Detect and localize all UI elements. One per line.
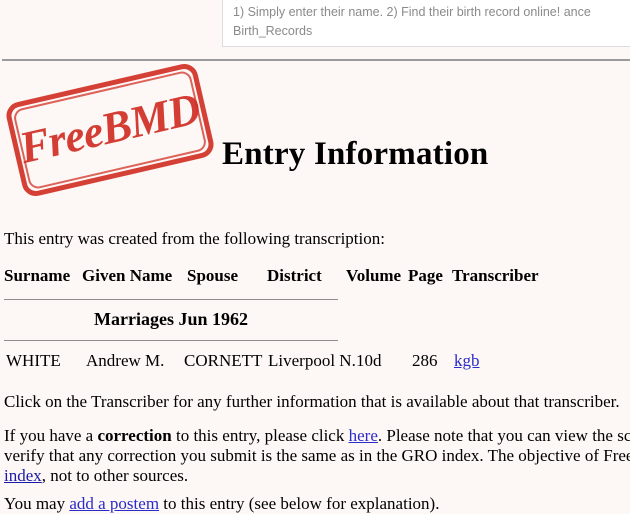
correction-paragraph: If you have a correction to this entry, … [4,426,630,486]
table-rule-top [4,299,338,301]
gro-index-link[interactable]: index [4,466,42,485]
cell-given-name: Andrew M. [86,351,165,370]
correction-text-d: , not to other sources. [41,466,189,485]
advertisement-line-1: 1) Simply enter their name. 2) Find thei… [233,5,591,19]
cell-page: 286 [412,351,438,370]
table-row: WHITE Andrew M. CORNETT Liverpool N. 10d… [4,351,564,373]
table-header-row: Surname Given Name Spouse District Volum… [4,266,564,290]
correction-line-2: verify that any correction you submit is… [4,446,630,465]
column-header-page: Page [408,266,443,285]
transcriber-note: Click on the Transcriber for any further… [4,392,620,411]
header-divider [2,59,630,61]
column-header-volume: Volume [346,266,402,285]
cell-volume: 10d [356,351,382,370]
advertisement-line-2: Birth_Records [233,24,313,38]
intro-paragraph-container: This entry was created from the followin… [4,228,630,249]
cell-surname: WHITE [6,351,61,370]
table-period-heading: Marriages Jun 1962 [94,309,248,329]
freebmd-logo[interactable]: FreeBMD [3,61,217,199]
correction-text-a: If you have a [4,426,98,445]
intro-paragraph: This entry was created from the followin… [4,229,385,248]
transcription-table: Surname Given Name Spouse District Volum… [4,266,564,290]
correction-text-c: . Please note that you can view the scan… [377,426,630,445]
column-header-district: District [267,266,322,285]
cell-district: Liverpool N. [268,351,356,370]
column-header-surname: Surname [4,266,71,285]
page-title: Entry Information [222,136,489,173]
add-postem-link[interactable]: add a postem [69,494,159,513]
correction-line-1: If you have a correction to this entry, … [4,426,630,446]
column-header-spouse: Spouse [187,266,239,285]
postem-text-a: You may [4,494,70,513]
advertisement-text: 1) Simply enter their name. 2) Find thei… [233,3,630,41]
cell-spouse: CORNETT [184,351,263,370]
correction-text-b: to this entry, please click [171,426,349,445]
correction-here-link[interactable]: here [349,426,378,445]
cell-transcriber-link[interactable]: kgb [454,351,480,371]
advertisement-box[interactable]: 1) Simply enter their name. 2) Find thei… [222,0,630,47]
correction-line-3: index, not to other sources. [4,466,630,486]
postem-paragraph: You may add a postem to this entry (see … [4,493,630,514]
table-rule-bottom [4,340,338,342]
advertisement-strip: 1) Simply enter their name. 2) Find thei… [0,0,630,48]
postem-text-b: to this entry (see below for explanation… [159,494,440,513]
page-header: FreeBMD Entry Information [0,61,630,212]
correction-keyword: correction [97,426,172,445]
column-header-given-name: Given Name [82,266,173,285]
column-header-transcriber: Transcriber [452,266,539,285]
